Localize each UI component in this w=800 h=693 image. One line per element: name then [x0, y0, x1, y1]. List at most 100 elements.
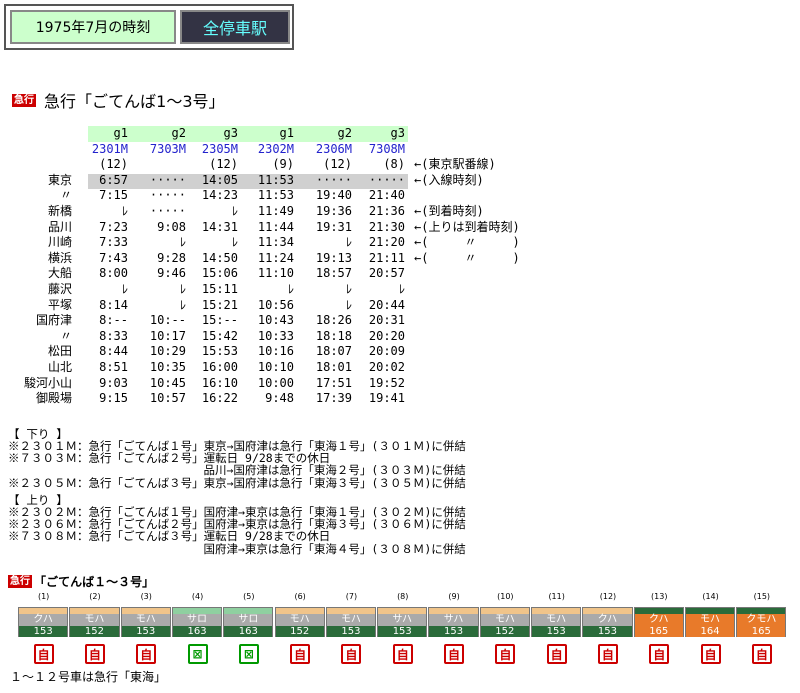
train-car: サハ 153: [377, 607, 428, 637]
tab-period[interactable]: 1975年7月の時刻: [10, 10, 176, 44]
car-type: モハ: [326, 614, 376, 626]
train-car: モハ 153: [531, 607, 582, 637]
time-cell: ﾚ: [121, 282, 128, 296]
track-number: (9): [272, 157, 294, 172]
car-number: 153: [19, 626, 68, 637]
time-cell: ﾚ: [345, 235, 352, 250]
car-position: (4): [191, 592, 204, 601]
car-type: モハ: [275, 614, 324, 626]
car-number: 164: [685, 626, 735, 637]
station-name: 〃: [59, 188, 72, 203]
train-car: モハ 152: [479, 607, 530, 637]
green-car-icon: ⊠: [238, 644, 259, 664]
station-name: 御殿場: [35, 391, 72, 406]
time-cell: ﾚ: [121, 204, 128, 218]
car-type: サハ: [429, 614, 478, 626]
time-cell: 19:40: [315, 188, 352, 203]
time-cell: 20:20: [368, 328, 405, 343]
car-position: (9): [448, 592, 460, 601]
time-cell: 11:53: [257, 172, 294, 187]
time-cell: 8:--: [99, 313, 128, 328]
time-cell: 9:46: [157, 266, 186, 281]
car-type: サハ: [378, 614, 427, 626]
station-name: 東京: [47, 172, 72, 187]
time-cell: 14:05: [201, 172, 238, 187]
time-cell: 18:01: [315, 360, 352, 374]
track-number: (12): [323, 157, 352, 172]
time-cell: ﾚ: [345, 282, 352, 296]
time-cell: 8:51: [99, 360, 128, 374]
time-cell: 18:18: [315, 328, 352, 343]
time-cell: 9:28: [157, 250, 186, 265]
station-name: 山北: [47, 360, 72, 374]
time-cell: 7:33: [99, 235, 128, 250]
track-number: (12): [99, 157, 128, 172]
time-cell: ﾚ: [231, 204, 238, 218]
time-cell: ﾚ: [231, 235, 238, 250]
car-position: (7): [345, 592, 358, 601]
car-number: 153: [583, 626, 632, 637]
non-reserved-seat-badge: 自: [341, 644, 362, 664]
time-cell: ﾚ: [179, 235, 186, 250]
non-reserved-seat-badge: 自: [546, 644, 567, 664]
time-cell: 19:13: [315, 250, 352, 265]
train-number: 2306M: [315, 141, 352, 156]
annotation: ←( 〃 ): [414, 250, 520, 265]
time-cell: 10:57: [149, 391, 186, 406]
car-type: モハ: [121, 614, 170, 626]
car-type: モハ: [685, 614, 735, 626]
time-cell: 10:56: [257, 297, 294, 312]
time-cell: 8:33: [99, 328, 128, 343]
time-cell: 10:43: [257, 313, 294, 328]
time-cell: 10:35: [149, 360, 186, 374]
time-cell: 8:00: [99, 266, 128, 281]
car-type: サロ: [224, 614, 273, 626]
car-type: クハ: [19, 614, 68, 626]
time-cell: ﾚ: [179, 282, 186, 296]
time-cell: 16:22: [201, 391, 238, 406]
car-number: 152: [275, 626, 324, 637]
car-position: (2): [89, 592, 101, 601]
time-cell: 10:29: [149, 344, 186, 359]
time-cell: 17:39: [315, 391, 352, 406]
time-cell: 18:07: [315, 344, 352, 359]
time-cell: ﾚ: [398, 282, 405, 296]
time-cell: 9:03: [99, 375, 128, 390]
station-name: 品川: [47, 219, 72, 234]
car-type: サロ: [172, 614, 222, 626]
time-cell: 7:15: [99, 188, 128, 203]
non-reserved-seat-badge: 自: [597, 644, 618, 664]
time-cell: 9:15: [99, 391, 128, 406]
time-cell: 19:31: [315, 219, 352, 234]
train-number: 2302M: [257, 141, 294, 156]
car-number: 152: [480, 626, 529, 637]
time-cell: 20:31: [368, 313, 405, 328]
tab-all-stations[interactable]: 全停車駅: [180, 10, 290, 44]
time-cell: 19:41: [368, 391, 405, 406]
time-cell: 17:51: [315, 375, 352, 390]
time-cell: 7:43: [99, 250, 128, 265]
track-number: (8): [383, 157, 405, 172]
time-cell: 21:20: [368, 235, 405, 250]
group-label: g2: [337, 126, 352, 140]
annotation: ←(到着時刻): [414, 204, 484, 218]
car-type: モハ: [480, 614, 529, 626]
station-name: 駿河小山: [23, 375, 72, 390]
time-cell: ﾚ: [345, 297, 352, 312]
car-position: (15): [753, 592, 771, 601]
time-cell: 21:36: [368, 204, 405, 218]
time-cell: ·····: [315, 172, 352, 187]
time-cell: 11:34: [257, 235, 294, 250]
time-cell: 9:08: [157, 219, 186, 234]
car-number: 165: [634, 626, 683, 637]
non-reserved-seat-badge: 自: [136, 644, 157, 664]
car-position: (6): [294, 592, 306, 601]
note-line: ※７３０８Ｍ：急行「ごてんば３号」運転日 9/28までの休日: [8, 529, 331, 544]
car-position: (5): [243, 592, 255, 601]
time-cell: 19:36: [315, 204, 352, 218]
time-cell: 11:10: [257, 266, 294, 281]
non-reserved-seat-badge: 自: [392, 644, 413, 664]
train-car: モハ 164: [684, 607, 736, 637]
time-cell: 15:--: [201, 313, 238, 328]
annotation: ←(入線時刻): [414, 172, 484, 187]
